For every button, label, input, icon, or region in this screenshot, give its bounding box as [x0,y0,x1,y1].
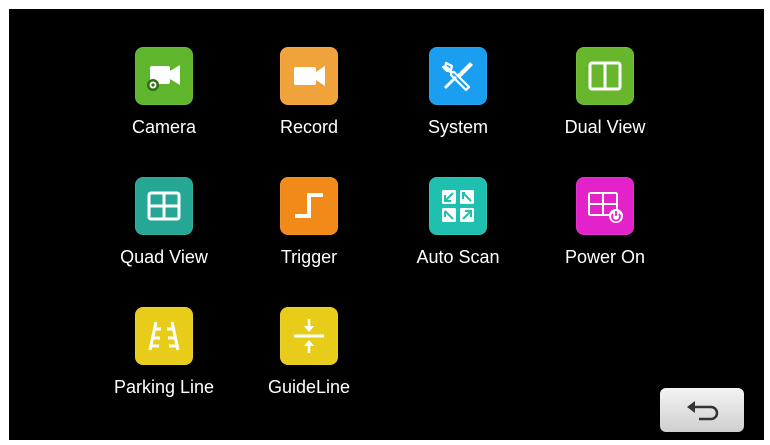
guideline-arrows-icon [280,307,338,365]
menu-item-label: Trigger [280,247,338,267]
quad-screen-icon [135,177,193,235]
menu-item-record[interactable]: Record [249,47,369,157]
wrench-screwdriver-icon [429,47,487,105]
video-camera-icon [280,47,338,105]
back-button[interactable] [660,388,744,432]
menu-item-label: GuideLine [267,377,351,397]
menu-item-auto-scan[interactable]: Auto Scan [398,177,518,287]
menu-item-trigger[interactable]: Trigger [249,177,369,287]
menu-item-label: Auto Scan [416,247,500,267]
menu-item-parking-line[interactable]: Parking Line [104,307,224,417]
menu-item-label: Record [279,117,339,137]
menu-item-label: Parking Line [113,377,215,397]
menu-item-label: System [427,117,488,137]
menu-item-label: Camera [131,117,197,137]
step-signal-icon [280,177,338,235]
menu-item-system[interactable]: System [398,47,518,157]
parking-line-icon [135,307,193,365]
grid-power-icon [576,177,634,235]
video-camera-gear-icon [135,47,193,105]
menu-item-label: Power On [564,247,646,267]
quad-arrows-icon [429,177,487,235]
menu-item-label: Quad View [120,247,208,267]
menu-item-camera[interactable]: Camera [104,47,224,157]
menu-item-label: Dual View [564,117,646,137]
menu-item-guideline[interactable]: GuideLine [249,307,369,417]
split-screen-icon [576,47,634,105]
menu-item-power-on[interactable]: Power On [545,177,665,287]
main-menu-screen: Camera Record System Dual View Quad View… [9,9,764,440]
menu-item-quad-view[interactable]: Quad View [104,177,224,287]
menu-item-dual-view[interactable]: Dual View [545,47,665,157]
back-arrow-icon [687,401,719,421]
